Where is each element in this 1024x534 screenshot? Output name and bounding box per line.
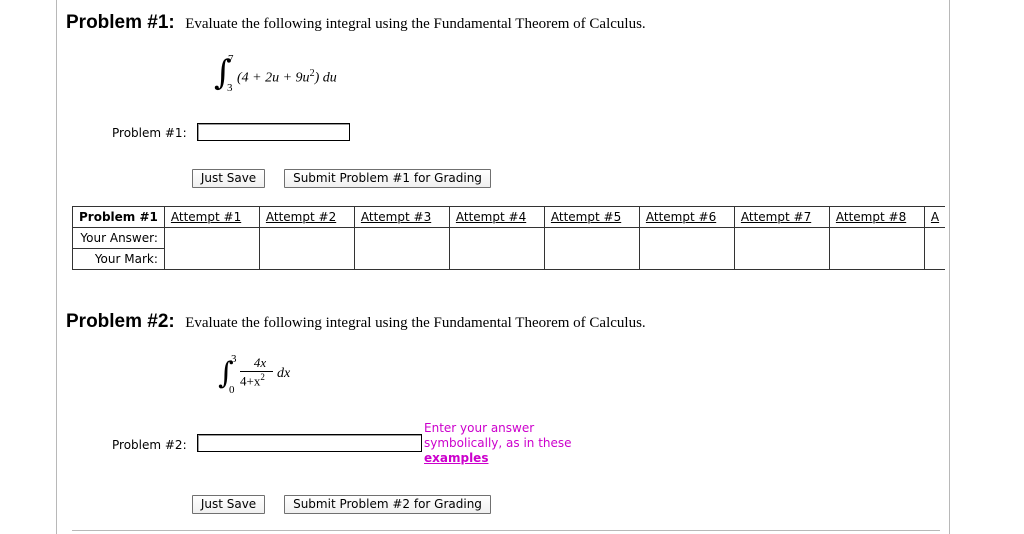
problem-1-answer-label: Problem #1: [112, 126, 187, 140]
your-answer-row: Your Answer: [72, 227, 946, 270]
fraction-denominator-exponent: 2 [260, 372, 265, 382]
problem-1-description: Evaluate the following integral using th… [185, 16, 646, 32]
attempt-9-link[interactable]: A [931, 210, 939, 224]
fraction-denominator-body: 4+x [240, 373, 261, 389]
attempt-7-cell: Attempt #7 [733, 206, 830, 228]
attempt-9-data [923, 227, 946, 270]
your-mark-label: Your Mark: [72, 248, 165, 270]
problem-1-submit-button[interactable]: Submit Problem #1 for Grading [284, 169, 491, 188]
integral-lower-limit: 3 [227, 82, 233, 94]
attempt-6-cell: Attempt #6 [638, 206, 735, 228]
integrand-body: (4 + 2u + 9u [237, 70, 310, 86]
problem-2-number: Problem #2: [66, 311, 175, 332]
integral-upper-limit: 7 [228, 53, 234, 65]
your-answer-label: Your Answer: [72, 227, 165, 249]
attempt-1-data [163, 227, 260, 270]
integrand-close: ) [314, 70, 320, 86]
attempt-8-link[interactable]: Attempt #8 [836, 210, 906, 224]
problem-1-number: Problem #1: [66, 12, 175, 33]
attempt-3-link[interactable]: Attempt #3 [361, 210, 431, 224]
integral-lower-limit: 0 [229, 384, 235, 396]
attempt-3-data [353, 227, 450, 270]
attempt-1-link[interactable]: Attempt #1 [171, 210, 241, 224]
attempt-4-link[interactable]: Attempt #4 [456, 210, 526, 224]
problem-2-heading: Problem #2: Evaluate the following integ… [66, 311, 646, 333]
fraction-numerator: 4x [253, 355, 267, 370]
problem-2-answer-input[interactable] [197, 434, 422, 452]
hint-line-2: symbolically, as in these [424, 436, 572, 450]
integral-upper-limit: 3 [231, 353, 237, 365]
attempt-2-link[interactable]: Attempt #2 [266, 210, 336, 224]
attempt-6-data [638, 227, 735, 270]
examples-link[interactable]: examples [424, 451, 488, 465]
attempt-9-cell: A [923, 206, 946, 228]
attempt-5-data [543, 227, 640, 270]
problem-2-description: Evaluate the following integral using th… [185, 315, 646, 331]
attempt-4-data [448, 227, 545, 270]
attempt-7-link[interactable]: Attempt #7 [741, 210, 811, 224]
attempt-3-cell: Attempt #3 [353, 206, 450, 228]
attempt-4-cell: Attempt #4 [448, 206, 545, 228]
attempts-table: Problem #1 Attempt #1 Attempt #2 Attempt… [72, 206, 946, 270]
problem-2-submit-button[interactable]: Submit Problem #2 for Grading [284, 495, 491, 514]
problem-1-heading: Problem #1: Evaluate the following integ… [66, 12, 646, 34]
attempts-table-title: Problem #1 [72, 206, 165, 228]
integral-differential: du [322, 70, 337, 86]
hint-line-1: Enter your answer [424, 421, 535, 435]
answer-format-hint: Enter your answer symbolically, as in th… [424, 421, 572, 466]
problem-1-just-save-button[interactable]: Just Save [192, 169, 265, 188]
attempt-8-cell: Attempt #8 [828, 206, 925, 228]
attempt-5-cell: Attempt #5 [543, 206, 640, 228]
integrand: (4 + 2u + 9u2) du [237, 68, 337, 87]
attempt-7-data [733, 227, 830, 270]
section-divider [72, 530, 940, 531]
integral-differential: dx [277, 366, 291, 381]
problem-1-answer-input[interactable] [197, 123, 350, 141]
attempt-8-data [828, 227, 925, 270]
attempt-6-link[interactable]: Attempt #6 [646, 210, 716, 224]
problem-2-answer-label: Problem #2: [112, 438, 187, 452]
attempt-1-cell: Attempt #1 [163, 206, 260, 228]
attempt-2-cell: Attempt #2 [258, 206, 355, 228]
attempt-5-link[interactable]: Attempt #5 [551, 210, 621, 224]
attempt-2-data [258, 227, 355, 270]
attempts-header-row: Problem #1 Attempt #1 Attempt #2 Attempt… [72, 206, 946, 228]
problem-2-just-save-button[interactable]: Just Save [192, 495, 265, 514]
fraction-denominator: 4+x2 [240, 372, 265, 389]
